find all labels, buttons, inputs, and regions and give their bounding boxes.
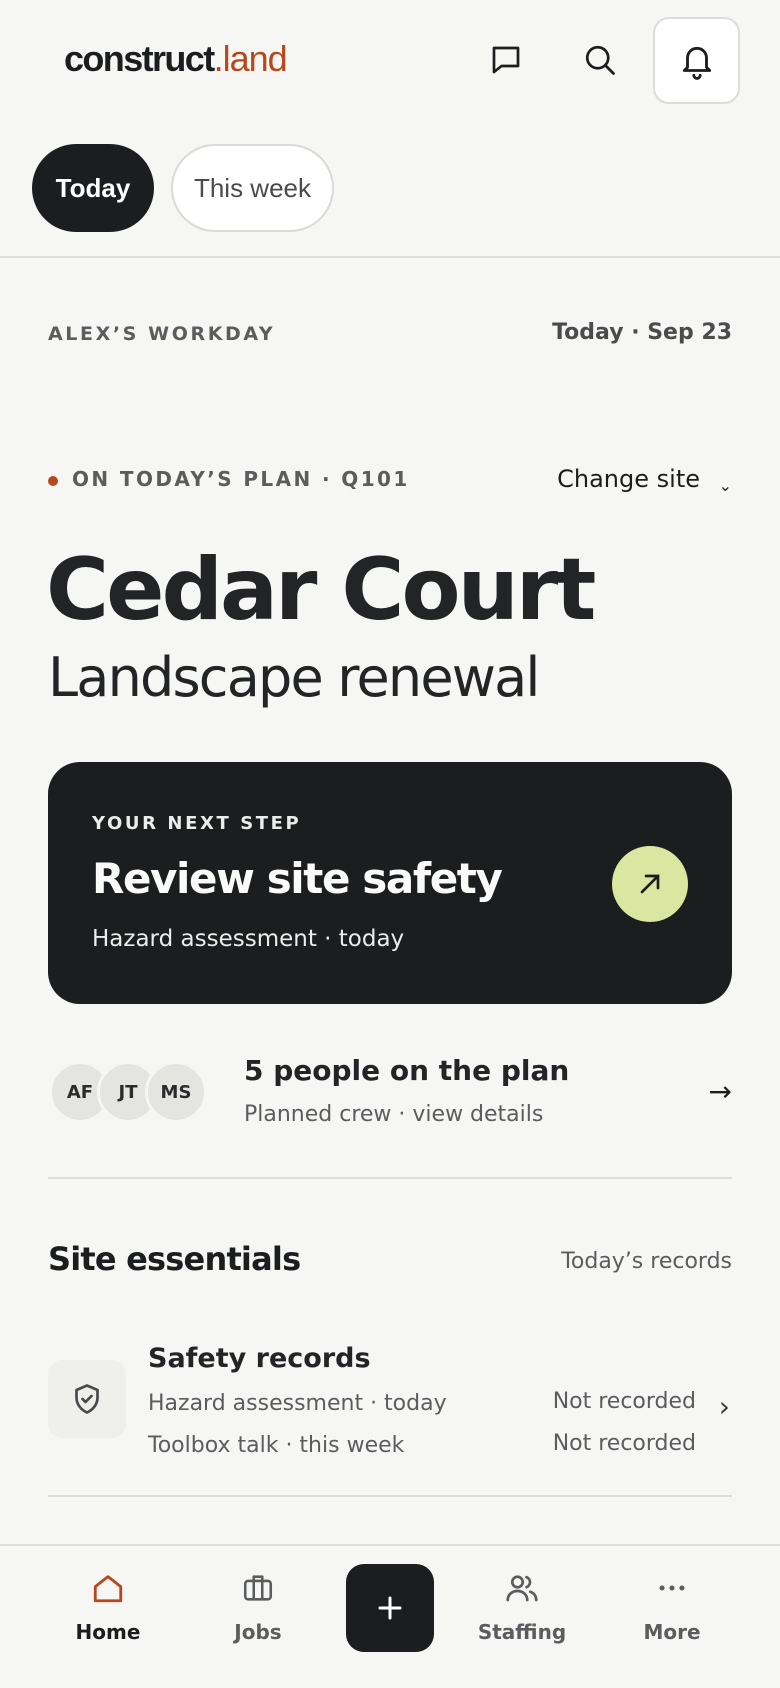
plan-label: ON TODAY’S PLAN · Q101 [72, 467, 410, 491]
divider [0, 256, 780, 258]
messages-button[interactable] [484, 38, 528, 82]
bell-icon [682, 46, 711, 80]
change-site-button[interactable]: Change site [557, 465, 700, 493]
nav-label: Staffing [477, 1620, 567, 1644]
section-title: Site essentials [48, 1240, 301, 1278]
search-icon [585, 45, 615, 75]
people-icon [502, 1568, 542, 1608]
record-status: Not recorded [552, 1431, 696, 1456]
page: construct.land Today This week ALEX’S WO… [0, 0, 780, 1688]
next-step-subtitle: Hazard assessment · today [92, 926, 405, 952]
divider [48, 1495, 732, 1497]
record-item-label: Toolbox talk · this week [148, 1433, 405, 1458]
divider [48, 1177, 732, 1179]
nav-item-staffing[interactable]: Staffing [462, 1568, 582, 1658]
todays-records-link[interactable]: Today’s records [561, 1249, 732, 1274]
record-status: Not recorded [552, 1389, 696, 1414]
arrow-right-icon[interactable]: → [709, 1075, 732, 1108]
tab-this-week[interactable]: This week [171, 144, 334, 232]
more-icon [652, 1568, 692, 1608]
crew-subtitle[interactable]: Planned crew · view details [244, 1102, 543, 1127]
nav-label: Home [75, 1620, 141, 1644]
safety-records-title[interactable]: Safety records [148, 1343, 371, 1374]
crew-title[interactable]: 5 people on the plan [244, 1054, 569, 1087]
logo-dot: . [213, 38, 224, 79]
logo-main: construct [64, 38, 215, 79]
avatar: MS [145, 1061, 207, 1123]
workday-label: ALEX’S WORKDAY [48, 323, 276, 345]
nav-label: Jobs [234, 1620, 282, 1644]
next-step-card[interactable]: YOUR NEXT STEP Review site safety Hazard… [48, 762, 732, 1004]
bottom-nav: Home Jobs Staffing More [0, 1544, 780, 1688]
site-subtitle: Landscape renewal [48, 646, 540, 709]
notifications-button[interactable] [653, 17, 740, 104]
nav-item-jobs[interactable]: Jobs [198, 1568, 318, 1658]
nav-item-more[interactable]: More [612, 1568, 732, 1658]
arrow-up-right-icon [640, 874, 660, 894]
record-item-label: Hazard assessment · today [148, 1391, 447, 1416]
briefcase-icon [238, 1568, 278, 1608]
chevron-right-icon[interactable]: › [719, 1390, 730, 1423]
chevron-down-icon[interactable]: ⌄ [719, 476, 732, 495]
tab-today[interactable]: Today [32, 144, 154, 232]
next-step-eyebrow: YOUR NEXT STEP [92, 813, 302, 834]
logo[interactable]: construct.land [64, 38, 288, 80]
status-dot [48, 476, 58, 486]
plus-icon [378, 1596, 402, 1620]
nav-item-home[interactable]: Home [48, 1568, 168, 1658]
chat-icon [492, 46, 520, 74]
top-bar: construct.land [0, 0, 780, 120]
workday-date: Today · Sep 23 [552, 320, 732, 345]
home-icon [88, 1568, 128, 1608]
search-button[interactable] [578, 38, 622, 82]
next-step-title: Review site safety [92, 854, 503, 903]
open-next-step-button[interactable] [612, 846, 688, 922]
site-title: Cedar Court [46, 540, 596, 640]
logo-tld: land [222, 38, 288, 79]
add-button[interactable] [346, 1564, 434, 1652]
safety-records-icon-box [48, 1360, 126, 1438]
shield-check-icon [75, 1384, 99, 1414]
nav-label: More [643, 1620, 701, 1644]
